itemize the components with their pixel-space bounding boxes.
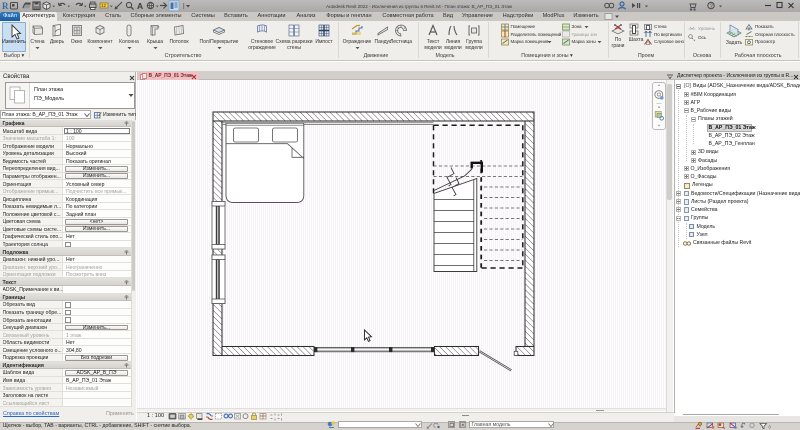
svg-text:0: 0 xyxy=(769,424,772,429)
svg-text:R: R xyxy=(2,1,9,11)
svg-text:A: A xyxy=(137,1,143,11)
svg-text:12: 12 xyxy=(101,3,107,8)
svg-text:?: ? xyxy=(710,4,714,10)
